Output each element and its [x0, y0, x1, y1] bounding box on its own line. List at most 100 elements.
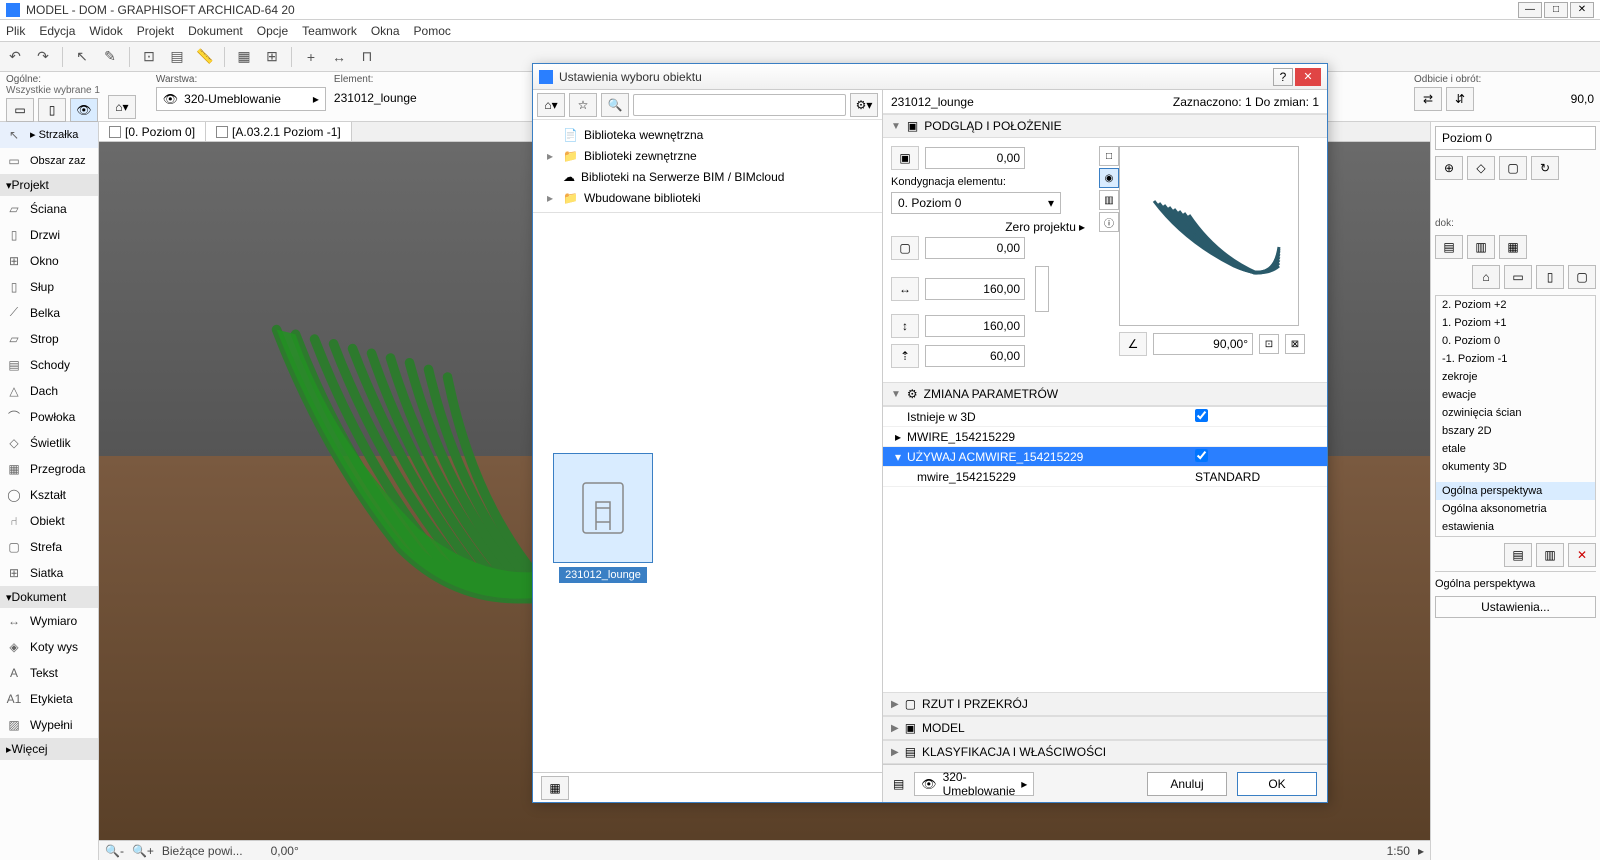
- mesh-tool[interactable]: ⊞Siatka: [0, 560, 98, 586]
- nav-item[interactable]: estawienia: [1436, 518, 1595, 536]
- label-tool[interactable]: A1Etykieta: [0, 686, 98, 712]
- section-rzut[interactable]: ▶▢RZUT I PRZEKRÓJ: [883, 692, 1327, 716]
- nav-item[interactable]: 0. Poziom 0: [1436, 332, 1595, 350]
- search-input[interactable]: [633, 94, 846, 116]
- layer-combo[interactable]: 👁 320-Umeblowanie ▸: [156, 87, 326, 111]
- nav-view-btn[interactable]: ▢: [1568, 265, 1596, 289]
- more-header[interactable]: ▸ Więcej: [0, 738, 98, 760]
- project-header[interactable]: ▾ Projekt: [0, 174, 98, 196]
- zoom-in-icon[interactable]: 🔍+: [132, 844, 154, 858]
- nav-item[interactable]: 1. Poziom +1: [1436, 314, 1595, 332]
- width-input[interactable]: [925, 278, 1025, 300]
- mirror-button[interactable]: ⊠: [1285, 334, 1305, 354]
- nav-btn[interactable]: ◇: [1467, 156, 1495, 180]
- view-3d-button[interactable]: ◉: [1099, 168, 1119, 188]
- column-tool[interactable]: ▯Słup: [0, 274, 98, 300]
- fill-tool[interactable]: ▨Wypełni: [0, 712, 98, 738]
- snap-icon[interactable]: ⊡: [138, 46, 160, 68]
- menu-dokument[interactable]: Dokument: [188, 24, 243, 38]
- z2-input[interactable]: [925, 237, 1025, 259]
- status-field[interactable]: Bieżące powi...: [162, 844, 243, 858]
- nav-view-btn[interactable]: ▭: [1504, 265, 1532, 289]
- arrow-tool[interactable]: ↖ ▸ Strzałka: [0, 122, 98, 148]
- nav-item[interactable]: zekroje: [1436, 368, 1595, 386]
- menu-edycja[interactable]: Edycja: [39, 24, 75, 38]
- story-select[interactable]: 0. Poziom 0▾: [891, 192, 1061, 214]
- curtainwall-tool[interactable]: ▦Przegroda: [0, 456, 98, 482]
- menu-teamwork[interactable]: Teamwork: [302, 24, 357, 38]
- param-checkbox[interactable]: [1195, 409, 1208, 422]
- param-checkbox[interactable]: [1195, 449, 1208, 462]
- nav-item[interactable]: ewacje: [1436, 386, 1595, 404]
- z-input[interactable]: [925, 147, 1025, 169]
- param-row[interactable]: mwire_154215229STANDARD: [883, 467, 1327, 487]
- menu-opcje[interactable]: Opcje: [257, 24, 288, 38]
- nav-item[interactable]: bszary 2D: [1436, 422, 1595, 440]
- param-row[interactable]: ▸MWIRE_154215229: [883, 427, 1327, 447]
- zone-tool[interactable]: ▢Strefa: [0, 534, 98, 560]
- tool-icon[interactable]: +: [300, 46, 322, 68]
- mirror-h-button[interactable]: ⇄: [1414, 87, 1442, 111]
- marquee-tool[interactable]: ▭ Obszar zaz: [0, 148, 98, 174]
- tool-icon[interactable]: ▦: [233, 46, 255, 68]
- depth-input[interactable]: [925, 315, 1025, 337]
- nav-item[interactable]: 2. Poziom +2: [1436, 296, 1595, 314]
- tree-item[interactable]: ☁Biblioteki na Serwerze BIM / BIMcloud: [537, 166, 878, 187]
- library-manager-button[interactable]: ▦: [541, 776, 569, 800]
- nav-item[interactable]: etale: [1436, 440, 1595, 458]
- section-class[interactable]: ▶▤KLASYFIKACJA I WŁAŚCIWOŚCI: [883, 740, 1327, 764]
- door-tool[interactable]: ▯Drzwi: [0, 222, 98, 248]
- roof-tool[interactable]: △Dach: [0, 378, 98, 404]
- chevron-right-icon[interactable]: ▸: [1079, 220, 1085, 234]
- grid-icon[interactable]: ▤: [166, 46, 188, 68]
- mirror-v-button[interactable]: ⇵: [1446, 87, 1474, 111]
- nav-btn[interactable]: ▦: [1499, 235, 1527, 259]
- ok-button[interactable]: OK: [1237, 772, 1317, 796]
- select-mode-button[interactable]: ▯: [38, 98, 66, 122]
- favorite-button[interactable]: ☆: [569, 93, 597, 117]
- dialog-titlebar[interactable]: Ustawienia wyboru obiektu ? ✕: [533, 64, 1327, 90]
- window-tool[interactable]: ⊞Okno: [0, 248, 98, 274]
- cancel-button[interactable]: Anuluj: [1147, 772, 1227, 796]
- link-button[interactable]: [1035, 266, 1049, 312]
- preview-3d[interactable]: [1119, 146, 1299, 326]
- view-info-button[interactable]: ⓘ: [1099, 212, 1119, 232]
- document-header[interactable]: ▾ Dokument: [0, 586, 98, 608]
- redo-icon[interactable]: ↷: [32, 46, 54, 68]
- status-scale[interactable]: 1:50: [1387, 844, 1410, 858]
- tree-item[interactable]: ▸📁Biblioteki zewnętrzne: [537, 145, 878, 166]
- nav-item[interactable]: Ogólna aksonometria: [1436, 500, 1595, 518]
- beam-tool[interactable]: ⟋Belka: [0, 300, 98, 326]
- delete-button[interactable]: ✕: [1568, 543, 1596, 567]
- tree-item[interactable]: 📄Biblioteka wewnętrzna: [537, 124, 878, 145]
- dialog-close-button[interactable]: ✕: [1295, 68, 1321, 86]
- menu-plik[interactable]: Plik: [6, 24, 25, 38]
- dimension-tool[interactable]: ↔Wymiaro: [0, 608, 98, 634]
- undo-icon[interactable]: ↶: [4, 46, 26, 68]
- menu-pomoc[interactable]: Pomoc: [414, 24, 451, 38]
- menu-projekt[interactable]: Projekt: [137, 24, 174, 38]
- layer-combo[interactable]: 👁320-Umeblowanie▸: [914, 772, 1034, 796]
- morph-tool[interactable]: ◯Kształt: [0, 482, 98, 508]
- viewport-tab-1[interactable]: [A.03.2.1 Poziom -1]: [206, 122, 352, 141]
- menu-widok[interactable]: Widok: [89, 24, 122, 38]
- minimize-button[interactable]: —: [1518, 2, 1542, 18]
- height-input[interactable]: [925, 345, 1025, 367]
- slab-tool[interactable]: ▱Strop: [0, 326, 98, 352]
- select-mode-button[interactable]: ▭: [6, 98, 34, 122]
- nav-view-btn[interactable]: ▯: [1536, 265, 1564, 289]
- view-plan-button[interactable]: □: [1099, 146, 1119, 166]
- eyedropper-button[interactable]: 👁: [70, 98, 98, 122]
- menu-okna[interactable]: Okna: [371, 24, 400, 38]
- skylight-tool[interactable]: ◇Świetlik: [0, 430, 98, 456]
- nav-btn[interactable]: ↻: [1531, 156, 1559, 180]
- section-model[interactable]: ▶▣MODEL: [883, 716, 1327, 740]
- gear-button[interactable]: ⚙▾: [850, 93, 878, 117]
- arrow-icon[interactable]: ↖: [71, 46, 93, 68]
- help-button[interactable]: ?: [1273, 68, 1293, 86]
- wall-tool[interactable]: ▱Ściana: [0, 196, 98, 222]
- level-tool[interactable]: ◈Koty wys: [0, 634, 98, 660]
- library-item[interactable]: 231012_lounge: [543, 453, 663, 583]
- viewport-tab-0[interactable]: [0. Poziom 0]: [99, 122, 206, 141]
- story-combo[interactable]: Poziom 0: [1435, 126, 1596, 150]
